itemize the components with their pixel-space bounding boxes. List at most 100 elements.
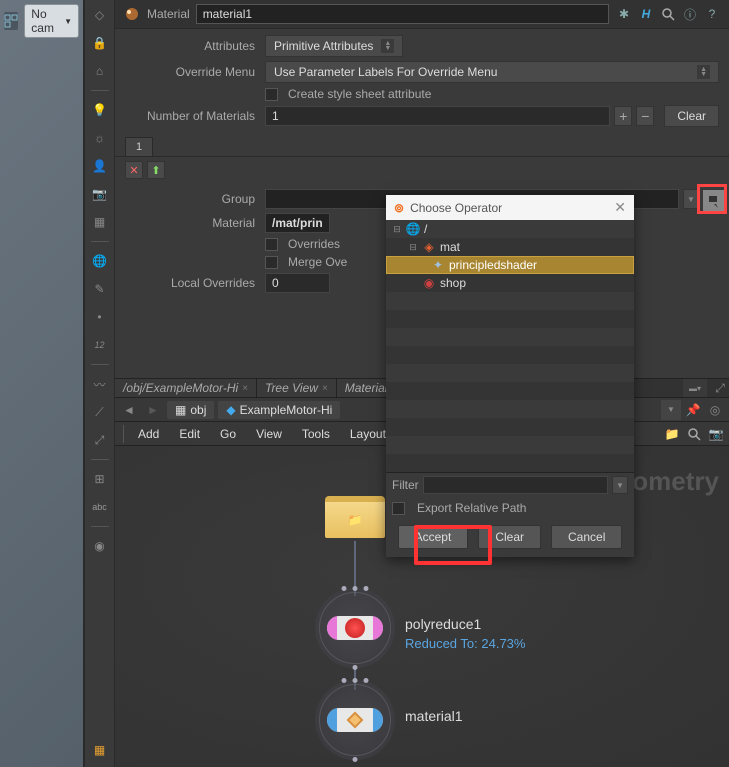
help-icon[interactable]: ?: [703, 5, 721, 23]
tree-root[interactable]: /: [424, 222, 427, 236]
camera-icon[interactable]: 📷: [707, 425, 725, 443]
tool-curve-icon[interactable]: 〰: [89, 373, 111, 395]
filter-field[interactable]: [423, 476, 608, 494]
expand-icon[interactable]: ⤢: [711, 379, 729, 397]
menu-go[interactable]: Go: [210, 424, 246, 444]
forward-icon[interactable]: ►: [143, 400, 163, 420]
create-style-checkbox[interactable]: [265, 88, 278, 101]
material-node-icon: [123, 5, 141, 23]
close-icon[interactable]: ✕: [614, 199, 626, 216]
context-watermark: ometry: [632, 466, 719, 497]
info-icon[interactable]: ⓘ: [681, 5, 699, 23]
tool-abc-icon[interactable]: abc: [89, 496, 111, 518]
tool-point-icon[interactable]: •: [89, 306, 111, 328]
node-label: polyreduce1: [405, 616, 481, 632]
tool-brush-icon[interactable]: ✎: [89, 278, 111, 300]
tree-shader[interactable]: principledshader: [449, 258, 537, 272]
tool-earth-icon[interactable]: 🌐: [89, 250, 111, 272]
tool-circle-icon[interactable]: ◉: [89, 535, 111, 557]
menu-edit[interactable]: Edit: [169, 424, 210, 444]
overrides-label: Overrides: [288, 237, 340, 251]
dialog-titlebar[interactable]: ⊚ Choose Operator ✕: [386, 195, 634, 220]
cancel-button[interactable]: Cancel: [551, 525, 622, 549]
path-node[interactable]: ◆ ExampleMotor-Hi: [218, 401, 340, 419]
subnet-input-node[interactable]: 📁: [325, 496, 385, 538]
filter-dropdown-icon[interactable]: ▼: [612, 476, 628, 494]
tool-light-icon[interactable]: 💡: [89, 99, 111, 121]
tool-app-icon[interactable]: ▦: [89, 739, 111, 761]
collapse-icon[interactable]: ⊟: [392, 224, 402, 235]
close-icon[interactable]: ×: [322, 383, 328, 394]
tool-expand-icon[interactable]: ⤢: [89, 429, 111, 451]
path-obj[interactable]: ▦ obj: [167, 401, 214, 419]
clear-button[interactable]: Clear: [664, 105, 719, 127]
tool-grid-icon[interactable]: ⊞: [89, 468, 111, 490]
clear-button[interactable]: Clear: [478, 525, 541, 549]
material-tab-1[interactable]: 1: [125, 137, 153, 156]
add-button[interactable]: ⬆: [147, 161, 165, 179]
updown-icon: ▲▼: [381, 39, 394, 53]
tab-network[interactable]: /obj/ExampleMotor-Hi×: [115, 379, 257, 397]
accept-button[interactable]: Accept: [398, 525, 469, 549]
remove-button[interactable]: ✕: [125, 161, 143, 179]
material-path-field[interactable]: [265, 213, 330, 233]
script-icon[interactable]: H: [637, 5, 655, 23]
local-overrides-field[interactable]: [265, 273, 330, 293]
attributes-dropdown[interactable]: Primitive Attributes ▲▼: [265, 35, 403, 57]
material-label: Material: [125, 216, 265, 230]
target-icon[interactable]: ◎: [705, 400, 725, 420]
menu-add[interactable]: Add: [128, 424, 169, 444]
polyreduce-node[interactable]: polyreduce1 Reduced To: 24.73%: [315, 588, 395, 668]
tool-select-icon[interactable]: ◇: [89, 4, 111, 26]
menu-view[interactable]: View: [246, 424, 292, 444]
collapse-icon[interactable]: ⊟: [408, 242, 418, 253]
merge-label: Merge Ove: [288, 255, 347, 269]
tool-twelve-icon[interactable]: 12: [89, 334, 111, 356]
num-materials-label: Number of Materials: [125, 109, 265, 123]
tool-box-icon[interactable]: ▦: [89, 211, 111, 233]
tool-home-icon[interactable]: ⌂: [89, 60, 111, 82]
back-icon[interactable]: ◄: [119, 400, 139, 420]
tool-camera-icon[interactable]: 📷: [89, 183, 111, 205]
group-dropdown-icon[interactable]: ▼: [683, 189, 699, 209]
node-name-field[interactable]: [196, 4, 609, 24]
operator-picker-button[interactable]: [703, 190, 725, 212]
search-icon[interactable]: [659, 5, 677, 23]
vertical-toolbar: ◇ 🔒 ⌂ 💡 ☼ 👤 📷 ▦ 🌐 ✎ • 12 〰 ⟋ ⤢ ⊞ abc ◉ ▦: [85, 0, 115, 767]
tree-shop[interactable]: shop: [440, 276, 466, 290]
separator: [91, 526, 109, 527]
operator-tree[interactable]: ⊟ 🌐 / ⊟ ◈ mat ✦ principledshader ◉ shop: [386, 220, 634, 472]
tool-lock-icon[interactable]: 🔒: [89, 32, 111, 54]
gear-icon[interactable]: ✱: [615, 5, 633, 23]
tree-mat[interactable]: mat: [440, 240, 460, 254]
tool-sun-icon[interactable]: ☼: [89, 127, 111, 149]
override-dropdown[interactable]: Use Parameter Labels For Override Menu ▲…: [265, 61, 719, 83]
minus-button[interactable]: −: [636, 106, 654, 126]
material-node[interactable]: material1: [315, 680, 395, 760]
search-icon[interactable]: [685, 425, 703, 443]
path-dropdown-icon[interactable]: ▼: [661, 400, 681, 420]
attributes-label: Attributes: [125, 39, 265, 53]
shop-network-icon: ◉: [422, 276, 436, 290]
close-icon[interactable]: ×: [242, 383, 248, 394]
num-materials-field[interactable]: [265, 106, 610, 126]
menu-tools[interactable]: Tools: [292, 424, 340, 444]
plus-button[interactable]: +: [614, 106, 632, 126]
tool-angle-icon[interactable]: ⟋: [89, 401, 111, 423]
separator: [91, 90, 109, 91]
attributes-value: Primitive Attributes: [274, 39, 373, 53]
merge-checkbox[interactable]: [265, 256, 278, 269]
tool-person-icon[interactable]: 👤: [89, 155, 111, 177]
overrides-checkbox[interactable]: [265, 238, 278, 251]
export-relative-label: Export Relative Path: [417, 501, 526, 515]
separator: [91, 241, 109, 242]
filter-label: Filter: [392, 478, 419, 492]
folder-icon[interactable]: 📁: [663, 425, 681, 443]
pin-icon[interactable]: 📌: [683, 400, 703, 420]
dialog-title: Choose Operator: [410, 201, 502, 215]
tab-menu-icon[interactable]: ▬▾: [683, 379, 707, 397]
camera-dropdown[interactable]: No cam ▼: [24, 4, 79, 38]
export-relative-checkbox[interactable]: [392, 502, 405, 515]
tab-tree-view[interactable]: Tree View×: [257, 379, 337, 397]
viewport-layout-icon[interactable]: [4, 12, 18, 30]
